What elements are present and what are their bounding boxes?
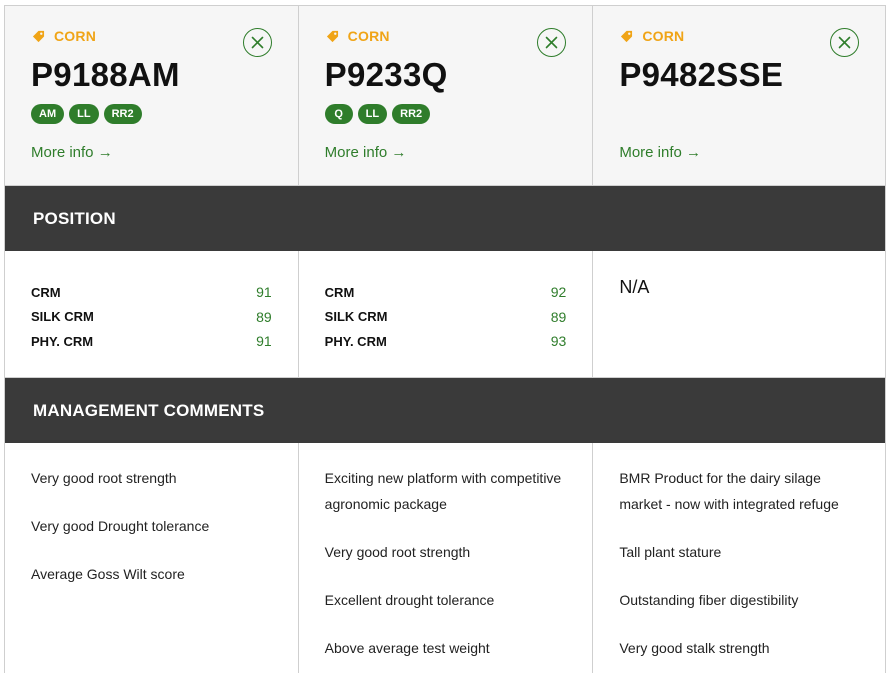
trait-badges: AM LL RR2 <box>31 104 142 124</box>
product-card-1: CORN P9188AM AM LL RR2 More info → <box>5 6 299 185</box>
remove-product-button[interactable] <box>830 28 860 57</box>
comments-cell: Very good root strength Very good Drough… <box>5 443 299 673</box>
metric-label: CRM <box>324 284 355 300</box>
metric-label: PHY. CRM <box>324 333 387 349</box>
crop-text: CORN <box>642 28 685 44</box>
trait-badge: Q <box>324 104 353 124</box>
tag-icon <box>326 30 338 42</box>
comment-item: Above average test weight <box>324 640 490 656</box>
comment-list: Exciting new platform with competitive a… <box>325 465 573 673</box>
close-icon <box>838 36 851 49</box>
position-na: N/A <box>619 277 650 297</box>
metric-label: SILK CRM <box>324 309 388 325</box>
metric-row: SILK CRM 89 <box>325 305 567 330</box>
crop-label: CORN <box>620 28 684 44</box>
product-card-3: CORN P9482SSE More info → <box>593 6 887 185</box>
comment-list: BMR Product for the dairy silage market … <box>619 465 865 673</box>
trait-badge: RR2 <box>392 104 431 124</box>
product-comparison-grid: CORN P9188AM AM LL RR2 More info → CORN … <box>4 5 887 673</box>
product-header-row: CORN P9188AM AM LL RR2 More info → CORN … <box>5 6 887 186</box>
metric-value: 92 <box>550 284 567 301</box>
crop-label: CORN <box>32 28 96 44</box>
trait-badges: Q LL RR2 <box>324 104 431 124</box>
position-cell: CRM 91 SILK CRM 89 PHY. CRM 91 <box>5 251 299 377</box>
comment-item: Exciting new platform with competitive a… <box>324 470 562 512</box>
more-info-link[interactable]: More info → <box>619 144 701 161</box>
tag-icon <box>621 30 633 42</box>
close-icon <box>251 36 263 49</box>
crop-text: CORN <box>54 28 97 44</box>
metric-label: PHY. CRM <box>31 333 94 349</box>
crop-label: CORN <box>326 28 390 44</box>
position-metrics: CRM 91 SILK CRM 89 PHY. CRM 91 <box>31 280 272 354</box>
metric-row: PHY. CRM 91 <box>31 329 272 354</box>
crop-text: CORN <box>347 28 390 44</box>
metric-row: CRM 91 <box>31 280 272 305</box>
metric-value: 89 <box>550 308 567 325</box>
comments-cell: BMR Product for the dairy silage market … <box>593 443 887 673</box>
metric-row: CRM 92 <box>325 280 567 305</box>
trait-badge: LL <box>357 104 388 124</box>
metric-value: 91 <box>256 284 272 301</box>
comment-item: Tall plant stature <box>619 544 722 560</box>
product-name: P9188AM <box>31 56 180 93</box>
comment-item: Very good stalk strength <box>619 640 770 656</box>
metric-label: CRM <box>31 284 61 300</box>
tag-icon <box>32 30 45 42</box>
more-info-link[interactable]: More info → <box>325 144 407 161</box>
comment-item: Average Goss Wilt score <box>31 566 185 582</box>
comment-item: Very good Drought tolerance <box>31 518 210 534</box>
comment-item: Excellent drought tolerance <box>324 592 495 608</box>
position-metrics: CRM 92 SILK CRM 89 PHY. CRM 93 <box>325 280 567 354</box>
metric-value: 93 <box>550 333 567 350</box>
remove-product-button[interactable] <box>537 28 567 57</box>
comment-item: Very good root strength <box>324 544 471 560</box>
remove-product-button[interactable] <box>242 28 272 57</box>
position-cell: CRM 92 SILK CRM 89 PHY. CRM 93 <box>299 251 594 377</box>
product-name: P9233Q <box>324 56 448 93</box>
close-icon <box>546 36 558 49</box>
product-name: P9482SSE <box>619 56 784 93</box>
comment-item: Very good root strength <box>31 470 177 486</box>
trait-badge: LL <box>69 104 99 124</box>
comments-cell: Exciting new platform with competitive a… <box>299 443 594 673</box>
metric-label: SILK CRM <box>31 309 94 325</box>
trait-badge: RR2 <box>103 104 142 124</box>
comments-row: Very good root strength Very good Drough… <box>5 443 887 673</box>
product-card-2: CORN P9233Q Q LL RR2 More info → <box>299 6 594 185</box>
more-info-link[interactable]: More info → <box>31 144 113 161</box>
trait-badge: AM <box>31 104 65 124</box>
section-header-management-comments: MANAGEMENT COMMENTS <box>5 378 886 443</box>
position-row: CRM 91 SILK CRM 89 PHY. CRM 91 CRM 92 SI… <box>5 251 887 378</box>
metric-row: SILK CRM 89 <box>31 305 272 330</box>
metric-value: 89 <box>256 308 272 325</box>
metric-row: PHY. CRM 93 <box>325 329 567 354</box>
comment-item: BMR Product for the dairy silage market … <box>619 470 839 512</box>
comment-list: Very good root strength Very good Drough… <box>31 465 278 609</box>
section-header-position: POSITION <box>5 186 886 251</box>
comment-item: Outstanding fiber digestibility <box>619 592 799 608</box>
metric-value: 91 <box>256 333 272 350</box>
position-cell: N/A <box>593 251 887 377</box>
